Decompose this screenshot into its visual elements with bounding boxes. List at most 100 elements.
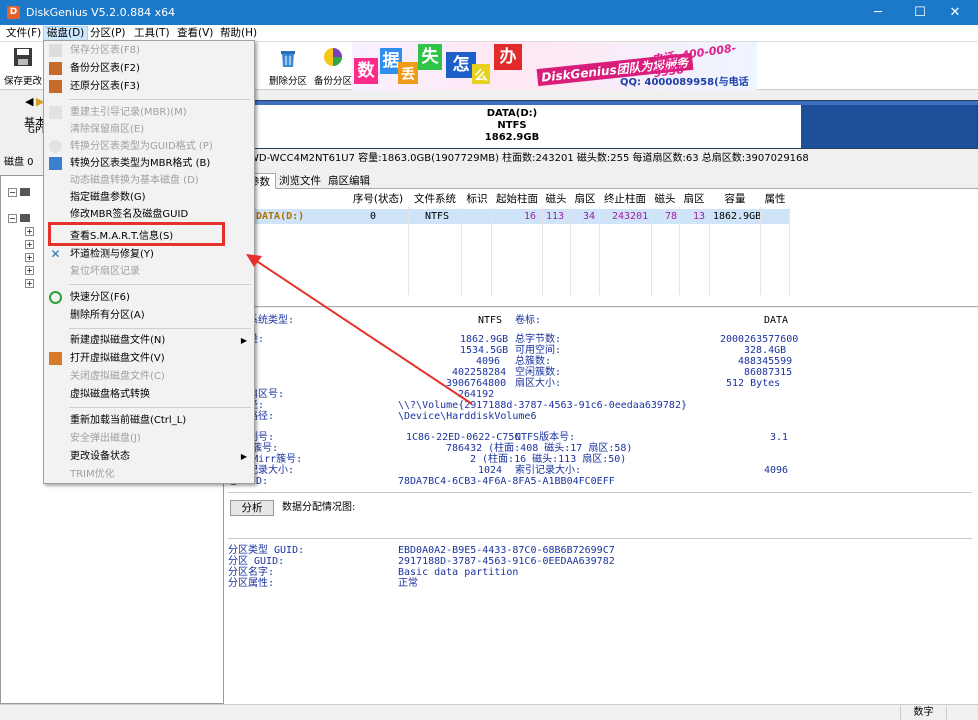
submenu-arrow-icon: ▶: [240, 452, 247, 461]
save-changes-button[interactable]: 保存更改: [2, 44, 44, 88]
tree-node-part-5[interactable]: +: [25, 278, 37, 290]
save-icon: [49, 44, 62, 57]
minimize-button[interactable]: ─: [855, 0, 901, 25]
menu-trim-optimize[interactable]: TRIM优化: [45, 466, 253, 483]
window-title: DiskGenius V5.2.0.884 x64: [26, 6, 176, 19]
menu-file[interactable]: 文件(F): [3, 26, 44, 41]
expand-icon[interactable]: +: [25, 252, 34, 262]
close-button[interactable]: ✕: [932, 0, 978, 25]
tree-node-part-2[interactable]: +: [25, 239, 37, 251]
collapse-icon[interactable]: −: [8, 187, 17, 197]
mftmirr-value: 2 (柱面:16 磁头:113 扇区:50): [470, 454, 627, 465]
banner-char-7: 办: [494, 44, 522, 70]
ntfs-version-label: NTFS版本号:: [515, 432, 576, 443]
menu-reload-disk[interactable]: 重新加载当前磁盘(Ctrl_L): [45, 412, 253, 429]
menu-tools[interactable]: 工具(T): [131, 26, 173, 41]
nav-back-icon[interactable]: ◀: [25, 95, 33, 108]
menu-restore-partition-table[interactable]: 还原分区表(F3): [45, 78, 253, 95]
tree-node-hd0[interactable]: −: [8, 187, 30, 199]
total-bytes-value: 2000263577600: [720, 334, 799, 345]
menu-help[interactable]: 帮助(H): [217, 26, 260, 41]
tree-node-part-4[interactable]: +: [25, 265, 37, 277]
menu-separator: [69, 284, 251, 285]
wrench-icon: ✕: [50, 247, 61, 261]
table-row[interactable]: [226, 209, 790, 224]
col-end-head: 磁头: [654, 193, 676, 205]
row-capacity: 1862.9GB: [713, 211, 762, 222]
menu-modify-mbr-signature[interactable]: 修改MBR签名及磁盘GUID: [45, 206, 253, 223]
col-index: 序号(状态): [352, 193, 404, 205]
grid-line: [599, 207, 600, 295]
backup-partition-button[interactable]: 备份分区: [311, 44, 355, 88]
menu-change-device-state[interactable]: 更改设备状态 ▶: [45, 448, 253, 465]
partition-block-label: DATA(D:) NTFS 1862.9GB: [224, 108, 800, 144]
pguid-value: 2917188D-3787-4563-91C6-0EEDAA639782: [398, 556, 615, 567]
disk-icon: [20, 214, 30, 222]
menu-close-virtual-disk[interactable]: 关闭虚拟磁盘文件(C): [45, 368, 253, 385]
sectors-value: 3906764800: [446, 378, 507, 389]
sector-size-value: 512 Bytes: [726, 378, 781, 389]
free-space-label: 可用空间:: [515, 345, 562, 356]
menu-view[interactable]: 查看(V): [174, 26, 216, 41]
menu-backup-partition-table[interactable]: 备份分区表(F2): [45, 60, 253, 77]
menu-partition[interactable]: 分区(P): [87, 26, 129, 41]
start-sector-value: 264192: [458, 389, 495, 400]
backup-pie-icon: [324, 48, 342, 66]
device-path-value: \Device\HarddiskVolume6: [398, 411, 537, 422]
tab-bar: 参数 浏览文件 扇区编辑: [224, 172, 978, 189]
menu-bad-sector-check[interactable]: ✕ 坏道检测与修复(Y): [45, 246, 253, 263]
divider: [228, 538, 972, 539]
free-clusters-label: 空闲簇数:: [515, 367, 562, 378]
menu-clear-reserved-sectors[interactable]: 清除保留扇区(E): [45, 121, 253, 138]
partition-fs: NTFS: [497, 120, 527, 131]
status-cell: [946, 706, 978, 720]
used-clusters-value: 402258284: [452, 367, 507, 378]
menu-eject-disk[interactable]: 安全弹出磁盘(J): [45, 430, 253, 447]
row-end-sector: 13: [693, 211, 706, 222]
pname-label: 分区名字:: [228, 567, 275, 578]
numlock-indicator: 数字: [900, 706, 946, 720]
menu-quick-partition[interactable]: 快速分区(F6): [45, 289, 253, 306]
index-size-label: 索引记录大小:: [515, 465, 582, 476]
menu-save-partition-table[interactable]: 保存分区表(F8): [45, 42, 253, 59]
mbr-icon: [49, 106, 62, 119]
menu-open-virtual-disk[interactable]: 打开虚拟磁盘文件(V): [45, 350, 253, 367]
grid-line: [679, 207, 680, 295]
delete-partition-button[interactable]: 删除分区: [266, 44, 310, 88]
menu-delete-all-partitions[interactable]: 删除所有分区(A): [45, 307, 253, 324]
grid-line: [408, 207, 409, 295]
expand-icon[interactable]: +: [25, 226, 34, 236]
menu-dynamic-to-basic[interactable]: 动态磁盘转换为基本磁盘 (D): [45, 172, 253, 189]
expand-icon[interactable]: +: [25, 239, 34, 249]
menu-specify-disk-params[interactable]: 指定磁盘参数(G): [45, 189, 253, 206]
grid-line: [709, 207, 710, 295]
menu-disk[interactable]: 磁盘(D): [43, 26, 89, 41]
divider: [228, 492, 972, 493]
support-banner[interactable]: 数 据 丢 失 怎 么 办 DiskGenius团队为您服务 电话: 400-0…: [352, 42, 757, 103]
menu-rebuild-mbr[interactable]: 重建主引导记录(MBR)(M): [45, 104, 253, 121]
convert-icon: [49, 140, 62, 153]
tree-node-part-1[interactable]: +: [25, 226, 37, 238]
pattr-label: 分区属性:: [228, 578, 275, 589]
tree-node-hd1[interactable]: −: [8, 213, 30, 225]
analyze-button[interactable]: 分析: [230, 500, 274, 516]
menu-separator: [69, 407, 251, 408]
total-clusters-value: 488345599: [738, 356, 793, 367]
col-attr: 属性: [764, 193, 786, 205]
menu-convert-virtual-disk[interactable]: 虚拟磁盘格式转换: [45, 386, 253, 403]
volume-label-value: DATA: [764, 315, 789, 326]
tab-sector-edit[interactable]: 扇区编辑: [325, 173, 373, 189]
expand-icon[interactable]: +: [25, 265, 34, 275]
tree-node-part-3[interactable]: +: [25, 252, 37, 264]
total-bytes-label: 总字节数:: [515, 334, 562, 345]
expand-icon[interactable]: +: [25, 278, 34, 288]
tab-browse-files[interactable]: 浏览文件: [276, 173, 324, 189]
menu-reset-bad-sectors[interactable]: 复位坏扇区记录: [45, 263, 253, 280]
menu-convert-to-mbr[interactable]: 转换分区表类型为MBR格式 (B): [45, 155, 253, 172]
free-clusters-value: 86087315: [744, 367, 793, 378]
menu-new-virtual-disk[interactable]: 新建虚拟磁盘文件(N) ▶: [45, 332, 253, 349]
collapse-icon[interactable]: −: [8, 213, 17, 223]
menu-convert-to-guid[interactable]: 转换分区表类型为GUID格式 (P): [45, 138, 253, 155]
grid-line: [760, 207, 761, 295]
row-fs: NTFS: [425, 211, 450, 222]
